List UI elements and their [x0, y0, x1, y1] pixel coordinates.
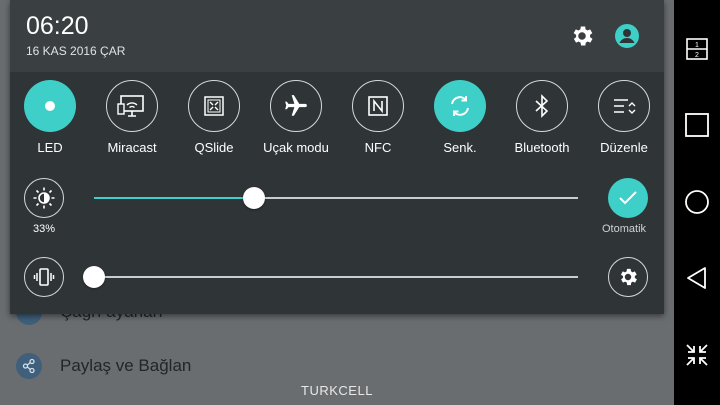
tile-airplane-mode[interactable]: Uçak modu [256, 80, 336, 155]
gear-icon [573, 26, 593, 46]
user-profile-button[interactable] [613, 22, 641, 50]
tile-label: Uçak modu [263, 140, 329, 155]
home-button[interactable] [674, 179, 720, 225]
back-triangle-icon [687, 267, 706, 289]
tile-sync[interactable]: Senk. [420, 80, 500, 155]
collapse-arrows-icon [686, 344, 708, 366]
svg-text:2: 2 [695, 52, 699, 59]
clock-time: 06:20 [26, 12, 89, 40]
qslide-icon [188, 80, 240, 132]
tile-nfc[interactable]: NFC [338, 80, 418, 155]
brightness-fill [94, 197, 254, 199]
carrier-label: TURKCELL [301, 383, 373, 398]
tile-label: Bluetooth [514, 140, 570, 155]
tile-label: LED [37, 140, 63, 155]
recent-apps-button[interactable] [674, 102, 720, 148]
tile-label: NFC [364, 140, 392, 155]
nfc-icon [352, 80, 404, 132]
auto-brightness-button[interactable] [608, 178, 648, 218]
quick-settings-row: LED Miracast QSlide Uçak modu NFC Senk. … [10, 80, 664, 162]
tile-edit[interactable]: Düzenle [584, 80, 664, 155]
airplane-icon [270, 80, 322, 132]
gear-icon [620, 268, 637, 286]
settings-button[interactable] [568, 22, 596, 50]
notification-shade: 06:20 16 KAS 2016 ÇAR LED Miracast QSlid [10, 0, 664, 314]
dual-window-icon: 12 [686, 38, 708, 60]
check-icon [619, 191, 637, 205]
clock-date: 16 KAS 2016 ÇAR [26, 44, 126, 58]
bluetooth-icon [516, 80, 568, 132]
circle-icon [685, 190, 709, 214]
list-item-label: Paylaş ve Bağlan [60, 356, 192, 375]
tile-qslide[interactable]: QSlide [174, 80, 254, 155]
collapse-button[interactable] [674, 332, 720, 378]
tile-label: QSlide [194, 140, 234, 155]
brightness-thumb[interactable] [242, 187, 265, 209]
volume-slider[interactable] [83, 266, 578, 288]
tile-miracast[interactable]: Miracast [92, 80, 172, 155]
tile-led[interactable]: LED [10, 80, 90, 155]
volume-row [10, 256, 664, 316]
square-icon [685, 113, 709, 137]
led-icon [24, 80, 76, 132]
tile-label: Miracast [107, 140, 157, 155]
tile-bluetooth[interactable]: Bluetooth [502, 80, 582, 155]
brightness-percent: 33% [32, 223, 56, 235]
tile-label: Senk. [443, 140, 477, 155]
brightness-slider[interactable] [94, 187, 578, 209]
sync-icon [434, 80, 486, 132]
auto-brightness-label: Otomatik [602, 223, 647, 235]
user-icon [615, 24, 639, 48]
volume-thumb[interactable] [83, 266, 105, 288]
dual-window-button[interactable]: 12 [674, 26, 720, 72]
tile-label: Düzenle [600, 140, 648, 155]
svg-text:1: 1 [695, 42, 699, 49]
miracast-icon [106, 80, 158, 132]
share-icon [16, 353, 42, 379]
back-button[interactable] [674, 255, 720, 301]
edit-icon [598, 80, 650, 132]
sound-settings-button[interactable] [608, 257, 648, 297]
vibrate-icon [24, 257, 64, 297]
brightness-row: 33% Otomatik [10, 176, 664, 236]
brightness-icon [24, 178, 64, 218]
shade-header: 06:20 16 KAS 2016 ÇAR [10, 0, 664, 72]
navigation-bar: 12 [674, 0, 720, 405]
